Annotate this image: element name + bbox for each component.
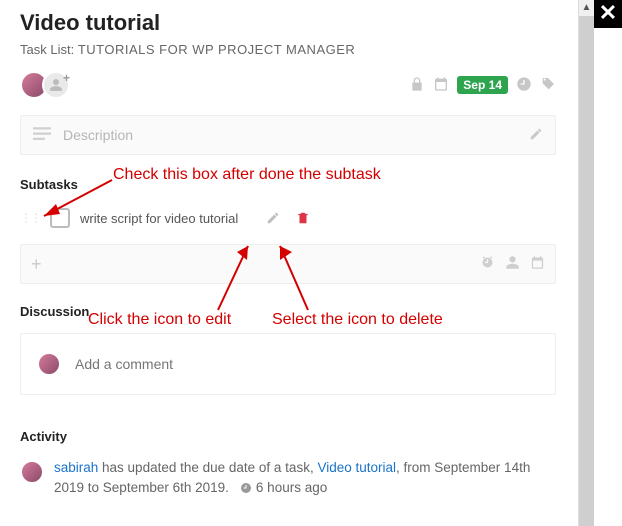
- lock-icon[interactable]: [409, 76, 425, 95]
- pencil-icon: [529, 127, 543, 144]
- close-bar: ▲ ✕: [576, 0, 622, 526]
- clock-icon[interactable]: [516, 76, 532, 95]
- activity-task-link[interactable]: Video tutorial: [317, 460, 396, 475]
- tasklist-name: TUTORIALS FOR WP PROJECT MANAGER: [78, 42, 355, 57]
- calendar-icon[interactable]: [433, 76, 449, 95]
- edit-icon[interactable]: [266, 211, 280, 225]
- paragraph-icon: [33, 127, 51, 144]
- description-placeholder: Description: [63, 127, 133, 143]
- new-subtask-row: +: [20, 244, 556, 284]
- avatar: [37, 352, 61, 376]
- user-icon[interactable]: [505, 255, 520, 273]
- close-button[interactable]: ✕: [594, 0, 622, 28]
- avatar: [20, 460, 44, 484]
- calendar-icon[interactable]: [530, 255, 545, 273]
- trash-icon[interactable]: [296, 211, 310, 225]
- activity-row: sabirah has updated the due date of a ta…: [20, 458, 556, 499]
- scroll-up-icon[interactable]: ▲: [579, 0, 594, 16]
- subtask-text: write script for video tutorial: [80, 211, 238, 226]
- description-field[interactable]: Description: [20, 115, 556, 155]
- due-date-badge[interactable]: Sep 14: [457, 76, 508, 94]
- activity-ago: 6 hours ago: [256, 480, 327, 495]
- comment-box: [20, 333, 556, 395]
- header-row: + Sep 14: [20, 71, 556, 99]
- new-subtask-input[interactable]: [50, 256, 480, 272]
- subtasks-heading: Subtasks: [20, 177, 556, 192]
- subtask-actions: [266, 211, 310, 225]
- add-assignee-button[interactable]: +: [42, 71, 70, 99]
- task-title: Video tutorial: [20, 10, 556, 36]
- clock-icon: [240, 479, 252, 499]
- drag-handle-icon[interactable]: ⋮⋮: [20, 211, 40, 225]
- scroll-track[interactable]: [579, 16, 594, 526]
- scrollbar[interactable]: ▲: [578, 0, 594, 526]
- activity-user-link[interactable]: sabirah: [54, 460, 98, 475]
- task-meta: Sep 14: [409, 76, 556, 95]
- discussion-heading: Discussion: [20, 304, 556, 319]
- alarm-icon[interactable]: [480, 255, 495, 273]
- plus-icon: +: [31, 254, 42, 275]
- subtask-checkbox[interactable]: [50, 208, 70, 228]
- tasklist-label: Task List:: [20, 42, 74, 57]
- activity-heading: Activity: [20, 429, 556, 444]
- plus-icon: +: [63, 71, 70, 85]
- task-panel: Video tutorial Task List: TUTORIALS FOR …: [0, 0, 576, 526]
- tag-icon[interactable]: [540, 76, 556, 95]
- activity-text: sabirah has updated the due date of a ta…: [54, 458, 556, 499]
- activity-section: Activity sabirah has updated the due dat…: [20, 429, 556, 499]
- comment-input[interactable]: [75, 356, 539, 372]
- assignees: +: [20, 71, 70, 99]
- breadcrumb: Task List: TUTORIALS FOR WP PROJECT MANA…: [20, 42, 556, 57]
- subtask-row: ⋮⋮ write script for video tutorial: [20, 208, 556, 228]
